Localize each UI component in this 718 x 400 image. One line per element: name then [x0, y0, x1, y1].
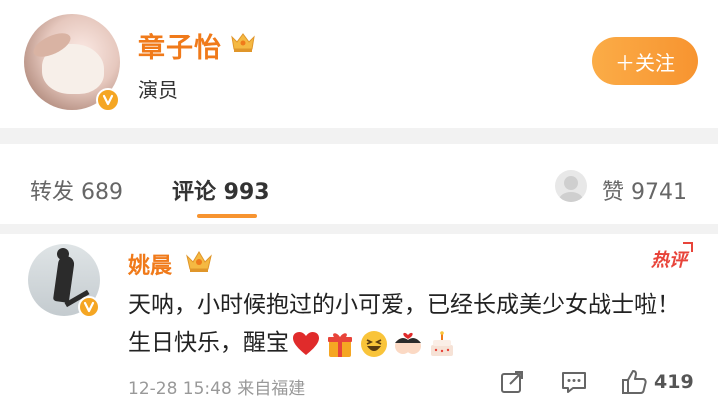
couple-face-icon [395, 332, 421, 354]
section-divider [0, 224, 718, 234]
profile-name[interactable]: 章子怡 [138, 26, 222, 65]
laughing-face-icon [361, 330, 387, 357]
comment-icon [562, 372, 586, 393]
cake-icon [431, 330, 453, 356]
comment-meta: 12-28 15:48 来自福建 [128, 374, 305, 399]
profile-role: 演员 [138, 78, 178, 102]
like-button[interactable]: 419 [620, 368, 694, 396]
active-tab-indicator [197, 214, 257, 218]
thumbs-up-icon [622, 370, 647, 394]
verified-badge-icon [96, 88, 120, 112]
emoji-row [291, 329, 457, 359]
comment-item: 姚晨 热评 天呐，小时候抱过的小可爱，已经长成美少女战士啦！生日快乐，醒宝 12… [0, 234, 718, 400]
hot-comment-badge: 热评 [651, 242, 693, 272]
share-button[interactable] [498, 368, 526, 400]
crown-icon [231, 33, 255, 52]
heart-icon [293, 331, 319, 355]
comment-time: 12-28 15:48 [128, 379, 232, 399]
share-icon [501, 371, 523, 393]
section-divider [0, 128, 718, 144]
profile-header: 章子怡 演员 ＋关注 [0, 0, 718, 128]
comment-source: 来自福建 [237, 379, 306, 399]
tab-repost[interactable]: 转发 689 [30, 174, 123, 206]
tab-bar: 转发 689 评论 993 赞 9741 [0, 144, 718, 224]
liker-avatar [555, 170, 587, 202]
gift-icon [328, 332, 352, 357]
commenter-name[interactable]: 姚晨 [128, 248, 172, 280]
follow-button[interactable]: ＋关注 [592, 37, 698, 85]
like-count: 419 [654, 371, 694, 393]
reply-button[interactable] [560, 368, 588, 400]
verified-badge-icon [78, 296, 100, 318]
tab-likes[interactable]: 赞 9741 [602, 174, 687, 206]
crown-icon [186, 251, 212, 272]
comment-text: 天呐，小时候抱过的小可爱，已经长成美少女战士啦！生日快乐，醒宝 [128, 286, 698, 362]
avatar-figure-body [52, 255, 76, 303]
tab-comment[interactable]: 评论 993 [172, 174, 270, 206]
